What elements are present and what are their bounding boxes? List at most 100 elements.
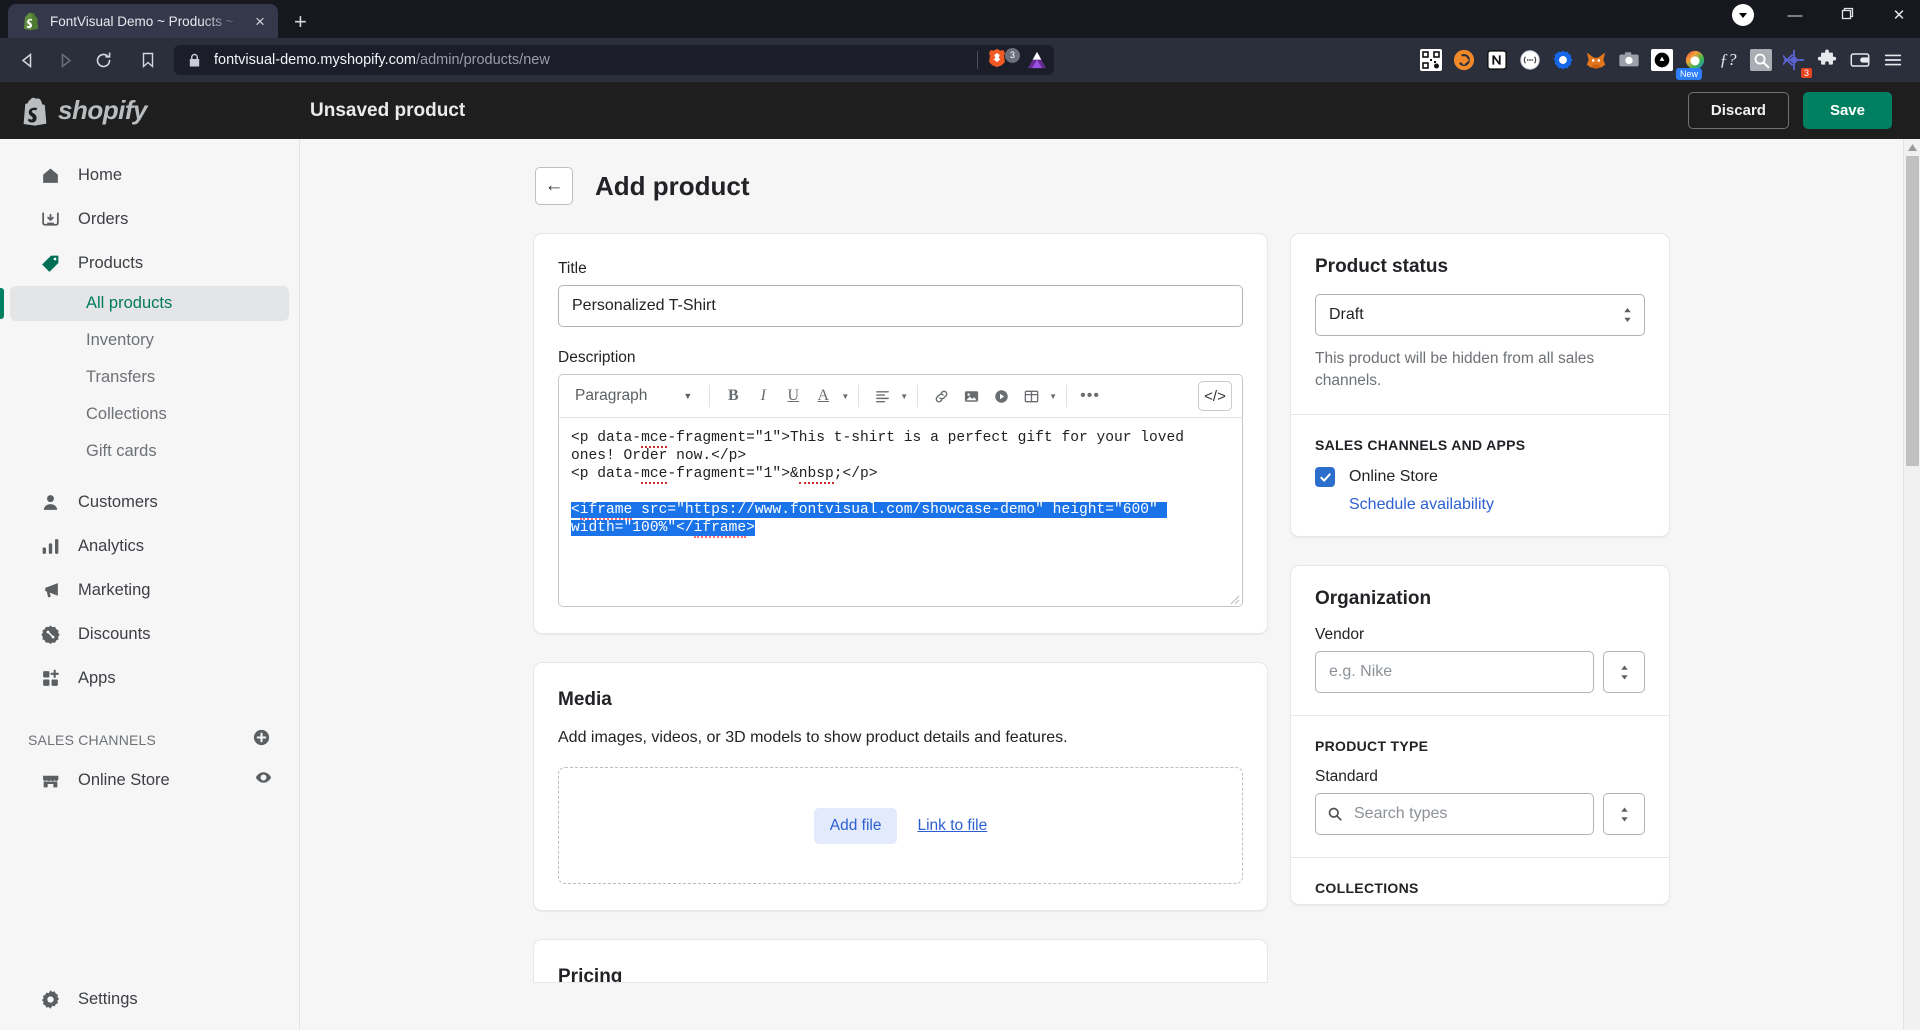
- magnifier-icon[interactable]: [1748, 47, 1774, 73]
- camera-icon[interactable]: [1616, 47, 1642, 73]
- browser-titlebar: FontVisual Demo ~ Products ~ N × + — ✕: [0, 0, 1920, 38]
- sidebar-item-discounts[interactable]: Discounts: [10, 613, 289, 655]
- discount-percent-icon: [38, 622, 62, 646]
- sidebar-item-marketing[interactable]: Marketing: [10, 569, 289, 611]
- align-left-icon[interactable]: [868, 382, 896, 410]
- tab-close-icon[interactable]: ×: [250, 13, 270, 30]
- sidebar-item-inventory[interactable]: Inventory: [10, 323, 289, 358]
- sidebar-item-label: Products: [78, 253, 144, 272]
- format-select[interactable]: Paragraph ▼: [569, 381, 700, 411]
- fx-icon[interactable]: ƒ?: [1715, 47, 1741, 73]
- page-scrollbar[interactable]: [1903, 139, 1920, 1030]
- scrollbar-thumb[interactable]: [1905, 156, 1919, 466]
- add-sales-channel-icon[interactable]: [252, 728, 271, 752]
- metamask-fox-icon[interactable]: [1583, 47, 1609, 73]
- schedule-availability-link[interactable]: Schedule availability: [1349, 496, 1494, 514]
- honey-icon[interactable]: 3: [1781, 47, 1812, 78]
- link-icon[interactable]: [927, 382, 955, 410]
- gear-blue-icon[interactable]: [1550, 47, 1576, 73]
- storefront-icon: [38, 768, 62, 792]
- sidebar-item-collections[interactable]: Collections: [10, 397, 289, 432]
- vendor-stepper[interactable]: [1603, 651, 1645, 693]
- bold-button[interactable]: B: [719, 382, 747, 410]
- wallet-icon[interactable]: [1847, 47, 1873, 73]
- window-minimize-button[interactable]: —: [1784, 8, 1806, 23]
- add-file-button[interactable]: Add file: [813, 807, 898, 844]
- pricing-title: Pricing: [558, 966, 623, 983]
- italic-button[interactable]: I: [749, 382, 777, 410]
- hamburger-menu-icon[interactable]: [1880, 47, 1906, 73]
- vendor-input[interactable]: [1315, 651, 1594, 693]
- sidebar-item-orders[interactable]: Orders: [10, 198, 289, 240]
- sidebar-item-apps[interactable]: Apps: [10, 657, 289, 699]
- browser-tab[interactable]: FontVisual Demo ~ Products ~ N ×: [8, 4, 278, 38]
- editor-resize-handle[interactable]: [1226, 591, 1240, 605]
- window-close-button[interactable]: ✕: [1888, 8, 1910, 23]
- sidebar-item-all-products[interactable]: All products: [0, 286, 289, 321]
- grammarly-icon[interactable]: [1451, 47, 1477, 73]
- code-view-button[interactable]: </>: [1198, 381, 1232, 411]
- image-icon[interactable]: [957, 382, 985, 410]
- code-line: <p data-mce-fragment="1">This t-shirt is…: [571, 430, 1193, 464]
- home-icon: [38, 163, 62, 187]
- save-button[interactable]: Save: [1802, 92, 1892, 129]
- align-chevron-down-icon[interactable]: ▼: [900, 392, 908, 401]
- brave-shields-button[interactable]: 3: [986, 47, 1024, 74]
- sidebar-item-label: Analytics: [78, 536, 145, 555]
- link-to-file-link[interactable]: Link to file: [917, 817, 987, 835]
- product-type-stepper[interactable]: [1603, 793, 1645, 835]
- window-maximize-button[interactable]: [1836, 7, 1858, 23]
- text-color-button[interactable]: A: [809, 382, 837, 410]
- browser-window: FontVisual Demo ~ Products ~ N × + — ✕ f…: [0, 0, 1920, 1030]
- sidebar-item-gift-cards[interactable]: Gift cards: [10, 434, 289, 469]
- sidebar-item-analytics[interactable]: Analytics: [10, 525, 289, 567]
- notion-icon[interactable]: [1484, 47, 1510, 73]
- sidebar-item-customers[interactable]: Customers: [10, 481, 289, 523]
- table-icon[interactable]: [1017, 382, 1045, 410]
- sidebar-item-label: Customers: [78, 492, 158, 511]
- toolbar-divider: [709, 385, 711, 407]
- puzzle-extensions-icon[interactable]: [1814, 47, 1840, 73]
- sidebar-item-products[interactable]: Products: [10, 242, 289, 284]
- reload-icon[interactable]: [86, 45, 120, 75]
- scroll-up-arrow-icon[interactable]: [1907, 139, 1917, 156]
- sidebar-item-settings[interactable]: Settings: [10, 978, 289, 1029]
- colorzilla-icon[interactable]: New: [1676, 47, 1708, 80]
- media-card: Media Add images, videos, or 3D models t…: [533, 662, 1268, 911]
- preview-store-eye-icon[interactable]: [254, 768, 273, 792]
- table-chevron-down-icon[interactable]: ▼: [1049, 392, 1057, 401]
- browser-navbar: fontvisual-demo.myshopify.com/admin/prod…: [0, 38, 1920, 82]
- product-type-label: PRODUCT TYPE: [1315, 738, 1429, 754]
- text-color-chevron-down-icon[interactable]: ▼: [841, 392, 849, 401]
- circle-dots-icon[interactable]: [1517, 47, 1543, 73]
- sidebar-item-transfers[interactable]: Transfers: [10, 360, 289, 395]
- back-button[interactable]: ←: [535, 167, 573, 205]
- new-tab-button[interactable]: +: [294, 11, 307, 33]
- download-indicator-icon[interactable]: [1732, 4, 1754, 26]
- media-dropzone[interactable]: Add file Link to file: [558, 767, 1243, 884]
- forward-icon[interactable]: [48, 45, 82, 75]
- bat-triangle-icon[interactable]: [1024, 47, 1050, 73]
- shopify-logo[interactable]: shopify: [0, 95, 300, 126]
- online-store-row[interactable]: Online Store: [1315, 467, 1645, 487]
- title-input[interactable]: [558, 285, 1243, 327]
- product-status-select[interactable]: Draft: [1315, 294, 1645, 336]
- title-field-label: Title: [558, 260, 587, 277]
- gear-icon: [38, 987, 62, 1011]
- back-icon[interactable]: [10, 45, 44, 75]
- more-options-button[interactable]: •••: [1076, 382, 1104, 410]
- discard-button[interactable]: Discard: [1687, 92, 1789, 129]
- qr-code-icon[interactable]: [1418, 47, 1444, 73]
- sidebar-item-online-store[interactable]: Online Store: [10, 759, 289, 801]
- sidebar-item-home[interactable]: Home: [10, 154, 289, 196]
- product-status-section: Product status Draft This product will b…: [1291, 234, 1669, 414]
- bookmark-icon[interactable]: [132, 45, 164, 75]
- description-code-area[interactable]: <p data-mce-fragment="1">This t-shirt is…: [559, 418, 1242, 606]
- video-icon[interactable]: [987, 382, 1015, 410]
- search-types-input[interactable]: [1315, 793, 1594, 835]
- underline-button[interactable]: U: [779, 382, 807, 410]
- address-bar[interactable]: fontvisual-demo.myshopify.com/admin/prod…: [174, 45, 1054, 75]
- online-store-checkbox[interactable]: [1315, 467, 1335, 487]
- sidebar-item-label: Marketing: [78, 580, 151, 599]
- dark-reader-icon[interactable]: [1649, 47, 1675, 73]
